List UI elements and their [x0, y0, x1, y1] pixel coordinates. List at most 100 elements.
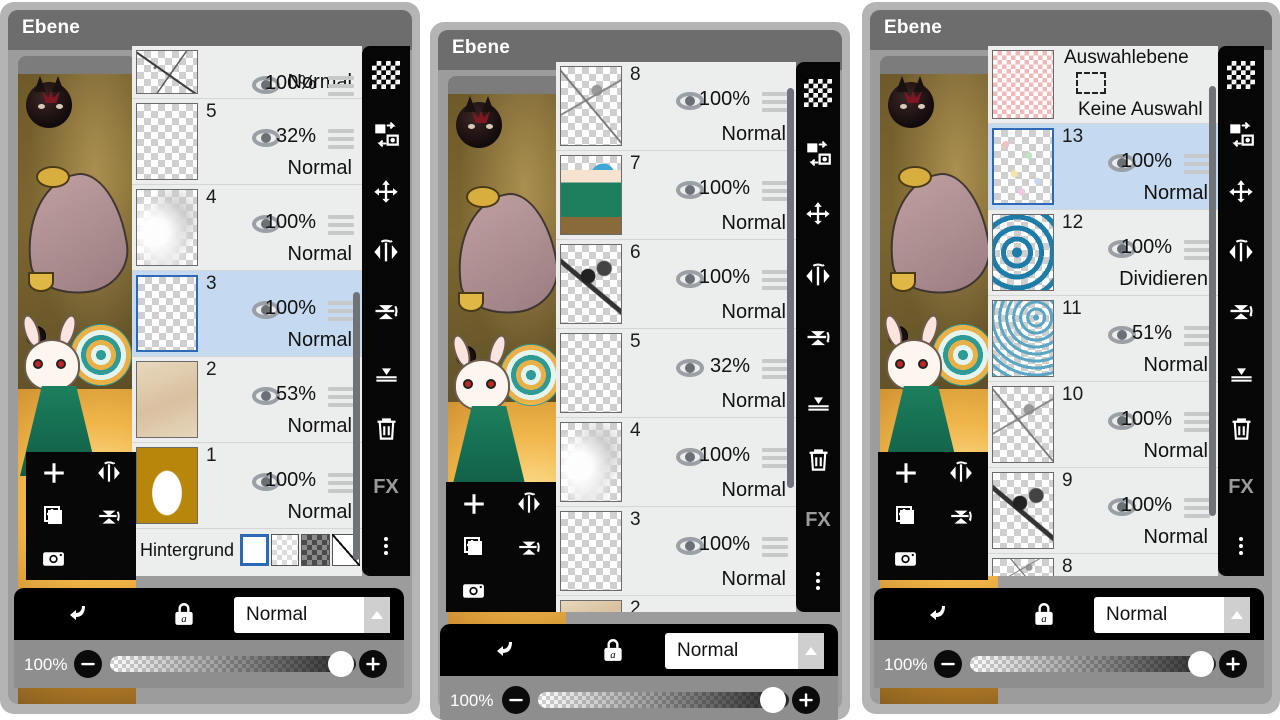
- flip-vertical-icon[interactable]: [796, 306, 840, 367]
- chevron-up-icon[interactable]: [1224, 597, 1250, 633]
- layer-thumbnail[interactable]: [992, 386, 1054, 463]
- layer-thumbnail[interactable]: [136, 189, 198, 266]
- opacity-slider-knob[interactable]: [1188, 651, 1214, 677]
- alpha-lock-icon[interactable]: a: [1030, 600, 1058, 628]
- table-row[interactable]: 2: [556, 596, 796, 612]
- drag-handle-icon[interactable]: [762, 537, 788, 561]
- layer-list[interactable]: Auswahlebene Keine Auswahl 13 100% Normal 12 1…: [988, 46, 1218, 576]
- layer-thumbnail[interactable]: [136, 447, 198, 524]
- drag-handle-icon[interactable]: [1184, 154, 1210, 178]
- fx-icon[interactable]: FX: [1218, 458, 1264, 517]
- flip-vertical-icon[interactable]: [933, 495, 988, 538]
- checkerboard-icon[interactable]: [796, 62, 840, 123]
- table-row[interactable]: 8: [988, 554, 1218, 576]
- drag-handle-icon[interactable]: [762, 92, 788, 116]
- plus-icon[interactable]: [792, 686, 820, 714]
- trash-icon[interactable]: [362, 399, 410, 458]
- flip-vertical-icon[interactable]: [81, 495, 136, 538]
- drag-handle-icon[interactable]: [328, 473, 354, 497]
- selection-layer-row[interactable]: Auswahlebene Keine Auswahl: [988, 46, 1218, 124]
- chevron-up-icon[interactable]: [364, 597, 390, 633]
- table-row[interactable]: 12 100% Dividieren: [988, 210, 1218, 296]
- layer-thumbnail[interactable]: [560, 155, 622, 235]
- clipping-mask-icon[interactable]: [925, 601, 951, 627]
- layer-thumbnail[interactable]: [992, 214, 1054, 291]
- table-row[interactable]: 9 100% Normal: [988, 468, 1218, 554]
- layer-thumbnail[interactable]: [992, 558, 1054, 576]
- table-row[interactable]: 2 53% Normal: [132, 357, 362, 443]
- drag-handle-icon[interactable]: [762, 181, 788, 205]
- minus-icon[interactable]: [502, 686, 530, 714]
- table-row[interactable]: 8 100% Normal: [556, 62, 796, 151]
- alpha-lock-icon[interactable]: a: [599, 636, 627, 664]
- duplicate-layer-icon[interactable]: [26, 495, 81, 538]
- table-row[interactable]: 100% Normal: [132, 46, 362, 99]
- merge-down-icon[interactable]: [1218, 340, 1264, 399]
- minus-icon[interactable]: [934, 650, 962, 678]
- fx-icon[interactable]: FX: [362, 458, 410, 517]
- trash-icon[interactable]: [796, 429, 840, 490]
- background-swatch-white[interactable]: [240, 534, 270, 566]
- alpha-lock-icon[interactable]: a: [170, 600, 198, 628]
- table-row[interactable]: 7 100% Normal: [556, 151, 796, 240]
- layer-thumbnail[interactable]: [992, 128, 1054, 205]
- drag-handle-icon[interactable]: [328, 387, 354, 411]
- layer-thumbnail[interactable]: [560, 511, 622, 591]
- blend-mode-select[interactable]: Normal: [665, 633, 824, 669]
- table-row[interactable]: 5 32% Normal: [556, 329, 796, 418]
- layer-thumbnail[interactable]: [560, 600, 622, 612]
- background-swatch-checker-light[interactable]: [271, 534, 300, 566]
- add-layer-icon[interactable]: [878, 452, 933, 495]
- checkerboard-icon[interactable]: [362, 46, 410, 105]
- drag-handle-icon[interactable]: [762, 359, 788, 383]
- layer-thumbnail[interactable]: [560, 66, 622, 146]
- table-row[interactable]: 10 100% Normal: [988, 382, 1218, 468]
- trash-icon[interactable]: [1218, 399, 1264, 458]
- layer-thumbnail[interactable]: [136, 361, 198, 438]
- layer-list[interactable]: 8 100% Normal 7 100% Normal 6 100% Normal 5 32% Nor…: [556, 62, 796, 612]
- fx-icon[interactable]: FX: [796, 490, 840, 551]
- table-row[interactable]: 6 100% Normal: [556, 240, 796, 329]
- layer-list-scrollbar[interactable]: [353, 292, 360, 560]
- checkerboard-icon[interactable]: [1218, 46, 1264, 105]
- layer-list[interactable]: 100% Normal 5 32% Normal 4 100% Normal 3 100% Norm…: [132, 46, 362, 576]
- drag-handle-icon[interactable]: [1184, 498, 1210, 522]
- table-row[interactable]: 5 32% Normal: [132, 99, 362, 185]
- clipping-mask-icon[interactable]: [492, 637, 518, 663]
- table-row[interactable]: 3 100% Normal: [132, 271, 362, 357]
- drag-handle-icon[interactable]: [1184, 326, 1210, 350]
- layer-thumbnail[interactable]: [560, 333, 622, 413]
- chevron-up-icon[interactable]: [798, 633, 824, 669]
- add-layer-icon[interactable]: [26, 452, 81, 495]
- drag-handle-icon[interactable]: [328, 129, 354, 153]
- flip-horizontal-icon[interactable]: [501, 482, 556, 525]
- more-options-icon[interactable]: [362, 517, 410, 576]
- swap-layer-icon[interactable]: [796, 123, 840, 184]
- add-layer-icon[interactable]: [446, 482, 501, 525]
- duplicate-layer-icon[interactable]: [446, 525, 501, 568]
- drag-handle-icon[interactable]: [1184, 412, 1210, 436]
- canvas-preview[interactable]: [448, 76, 566, 710]
- flip-horizontal-icon[interactable]: [1218, 223, 1264, 282]
- flip-horizontal-icon[interactable]: [796, 245, 840, 306]
- layer-thumbnail[interactable]: [992, 300, 1054, 377]
- layer-thumbnail[interactable]: [992, 472, 1054, 549]
- flip-horizontal-icon[interactable]: [81, 452, 136, 495]
- plus-icon[interactable]: [359, 650, 387, 678]
- table-row[interactable]: 13 100% Normal: [988, 124, 1218, 210]
- visibility-eye-icon[interactable]: [676, 359, 704, 377]
- table-row[interactable]: 11 51% Normal: [988, 296, 1218, 382]
- swap-layer-icon[interactable]: [362, 105, 410, 164]
- opacity-slider-knob[interactable]: [760, 687, 786, 713]
- clipping-mask-icon[interactable]: [65, 601, 91, 627]
- opacity-slider-track[interactable]: [538, 692, 789, 708]
- drag-handle-icon[interactable]: [762, 270, 788, 294]
- opacity-slider-knob[interactable]: [328, 651, 354, 677]
- swap-layer-icon[interactable]: [1218, 105, 1264, 164]
- table-row[interactable]: 1 100% Normal: [132, 443, 362, 529]
- merge-down-icon[interactable]: [796, 368, 840, 429]
- table-row[interactable]: 4 100% Normal: [556, 418, 796, 507]
- camera-icon[interactable]: [26, 537, 81, 580]
- background-swatch-checker-dark[interactable]: [301, 534, 330, 566]
- layer-thumbnail[interactable]: [560, 244, 622, 324]
